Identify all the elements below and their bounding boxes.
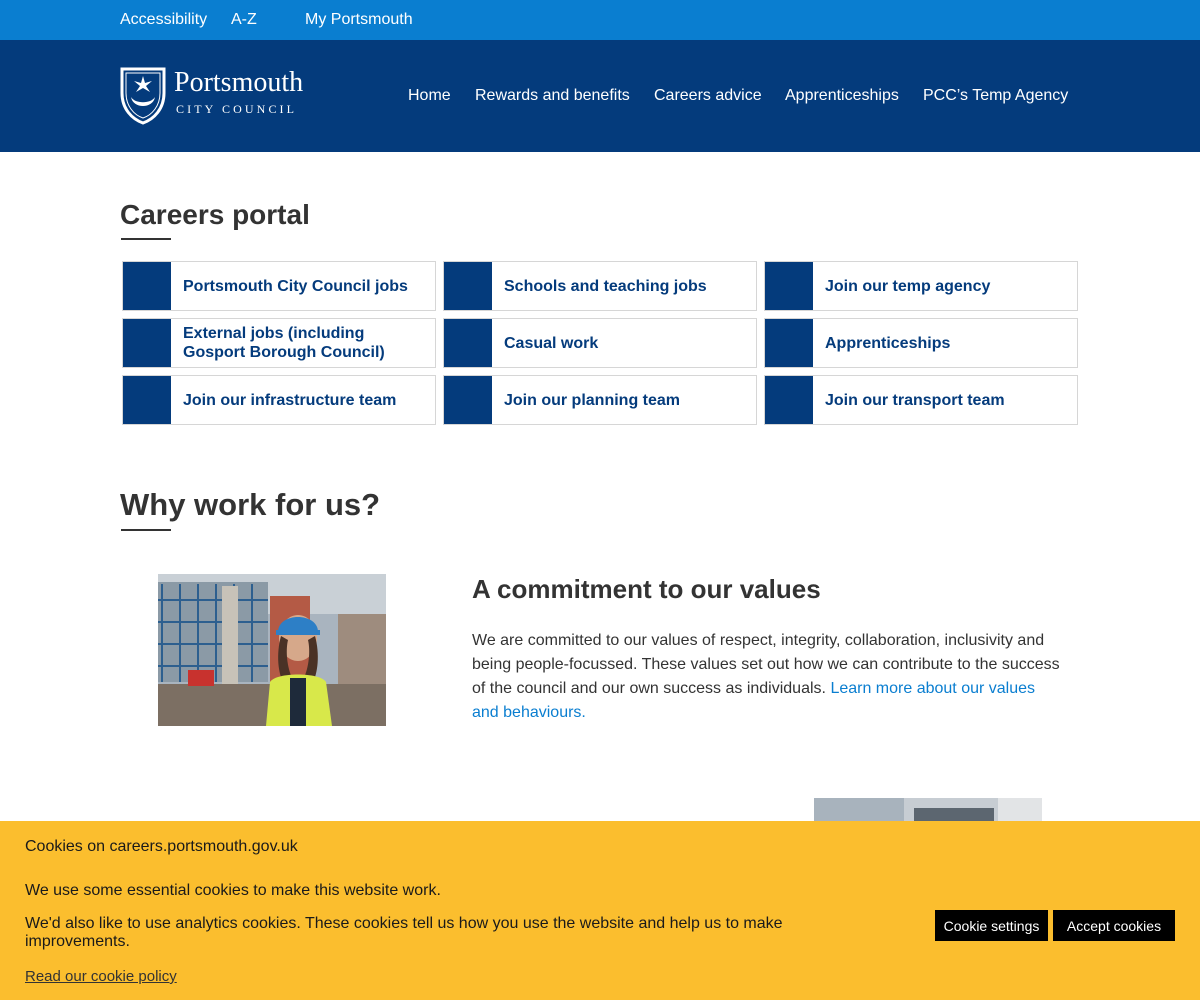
title-underline (121, 529, 171, 531)
cookie-policy-link[interactable]: Read our cookie policy (25, 968, 177, 986)
tile-apprenticeships[interactable]: Apprenticeships (764, 318, 1078, 368)
tile-transport-team[interactable]: Join our transport team (764, 375, 1078, 425)
nav-careers-advice[interactable]: Careers advice (654, 86, 762, 106)
cookie-settings-button[interactable]: Cookie settings (935, 910, 1048, 941)
tile-swatch (444, 319, 492, 367)
cookie-essential-text: We use some essential cookies to make th… (25, 882, 441, 899)
tile-casual-work[interactable]: Casual work (443, 318, 757, 368)
logo-subtitle: CITY COUNCIL (176, 102, 298, 116)
accept-cookies-button[interactable]: Accept cookies (1053, 910, 1175, 941)
nav-apprenticeships[interactable]: Apprenticeships (785, 86, 899, 106)
tile-label: Apprenticeships (825, 334, 951, 352)
tile-pcc-jobs[interactable]: Portsmouth City Council jobs (122, 261, 436, 311)
cookie-banner: Cookies on careers.portsmouth.gov.uk We … (0, 821, 1200, 1000)
nav-temp-agency[interactable]: PCC’s Temp Agency (923, 86, 1068, 106)
logo-name: Portsmouth (174, 67, 304, 98)
tile-swatch (444, 262, 492, 310)
tile-label: Join our transport team (825, 391, 1005, 409)
tile-label: Portsmouth City Council jobs (183, 277, 408, 295)
tile-swatch (765, 262, 813, 310)
cookie-analytics-text: We'd also like to use analytics cookies.… (25, 915, 783, 950)
why-work-title: Why work for us? (120, 487, 381, 522)
tile-label: Join our temp agency (825, 277, 991, 295)
tile-swatch (444, 376, 492, 424)
tile-label: Schools and teaching jobs (504, 277, 707, 295)
my-portsmouth-link[interactable]: My Portsmouth (305, 10, 413, 30)
tile-swatch (765, 376, 813, 424)
tile-temp-agency[interactable]: Join our temp agency (764, 261, 1078, 311)
values-paragraph: We are committed to our values of respec… (472, 629, 1062, 725)
accessibility-link[interactable]: Accessibility (120, 10, 207, 30)
tile-external-jobs[interactable]: External jobs (including Gosport Borough… (122, 318, 436, 368)
careers-portal-grid: Portsmouth City Council jobs Schools and… (122, 261, 1078, 425)
tile-swatch (123, 319, 171, 367)
construction-worker-photo (158, 574, 386, 726)
nav-rewards-and-benefits[interactable]: Rewards and benefits (475, 86, 630, 106)
nav-home[interactable]: Home (408, 86, 451, 106)
tile-schools-teaching[interactable]: Schools and teaching jobs (443, 261, 757, 311)
tile-label: Join our infrastructure team (183, 391, 397, 409)
portsmouth-logo[interactable]: Portsmouth CITY COUNCIL (120, 66, 330, 126)
tile-swatch (123, 376, 171, 424)
title-underline (121, 238, 171, 240)
a-z-link[interactable]: A-Z (231, 10, 257, 30)
tile-label: Join our planning team (504, 391, 681, 409)
tile-label: External jobs (including Gosport Borough… (183, 325, 385, 361)
cookie-banner-title: Cookies on careers.portsmouth.gov.uk (25, 838, 298, 855)
tile-planning-team[interactable]: Join our planning team (443, 375, 757, 425)
utility-bar: Accessibility A-Z My Portsmouth (0, 0, 1200, 40)
tile-infrastructure-team[interactable]: Join our infrastructure team (122, 375, 436, 425)
careers-portal-title: Careers portal (120, 199, 310, 230)
tile-swatch (123, 262, 171, 310)
site-header: Portsmouth CITY COUNCIL Home Rewards and… (0, 40, 1200, 152)
values-heading: A commitment to our values (472, 574, 821, 604)
shield-crest-icon (120, 67, 166, 125)
tile-label: Casual work (504, 334, 599, 352)
tile-swatch (765, 319, 813, 367)
